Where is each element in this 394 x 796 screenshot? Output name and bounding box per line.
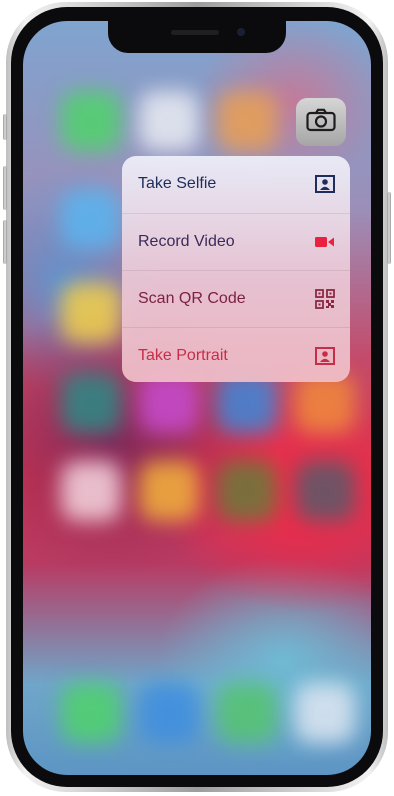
blurred-dock-icon [217,683,277,743]
silent-switch [3,114,7,140]
volume-up-button [3,166,7,210]
qr-code-icon [314,288,336,309]
blurred-app-icon [295,461,355,521]
blurred-app-icon [295,373,355,433]
blurred-app-icon [61,373,121,433]
blurred-app-icon [61,91,121,151]
camera-icon [306,108,336,137]
selfie-portrait-icon [314,174,336,194]
notch [108,17,286,53]
blurred-app-icon [217,461,277,521]
menu-item-take-selfie[interactable]: Take Selfie [122,156,350,212]
blurred-dock-icon [61,683,121,743]
menu-item-label: Take Portrait [138,346,228,364]
blurred-app-icon [61,189,121,249]
portrait-icon [314,346,336,366]
blurred-app-icon [139,373,199,433]
quick-actions-menu: Take Selfie Record Video Scan QR Code Ta… [122,156,350,382]
blurred-app-icon [61,283,121,343]
blurred-dock-icon [295,683,355,743]
blurred-dock-icon [139,683,199,743]
menu-item-record-video[interactable]: Record Video [122,213,350,269]
blurred-app-icon [217,91,277,151]
menu-item-label: Record Video [138,232,235,250]
blurred-app-icon [217,373,277,433]
side-button [387,192,391,264]
blurred-app-icon [139,461,199,521]
blurred-app-icon [139,91,199,151]
speaker-grille [171,30,219,35]
volume-down-button [3,220,7,264]
menu-item-label: Scan QR Code [138,289,246,307]
menu-item-take-portrait[interactable]: Take Portrait [122,327,350,382]
menu-item-scan-qr-code[interactable]: Scan QR Code [122,270,350,326]
camera-app-button[interactable] [296,98,346,146]
video-camera-icon [314,232,336,252]
blurred-app-icon [61,461,121,521]
front-camera [237,28,245,36]
menu-item-label: Take Selfie [138,175,217,192]
